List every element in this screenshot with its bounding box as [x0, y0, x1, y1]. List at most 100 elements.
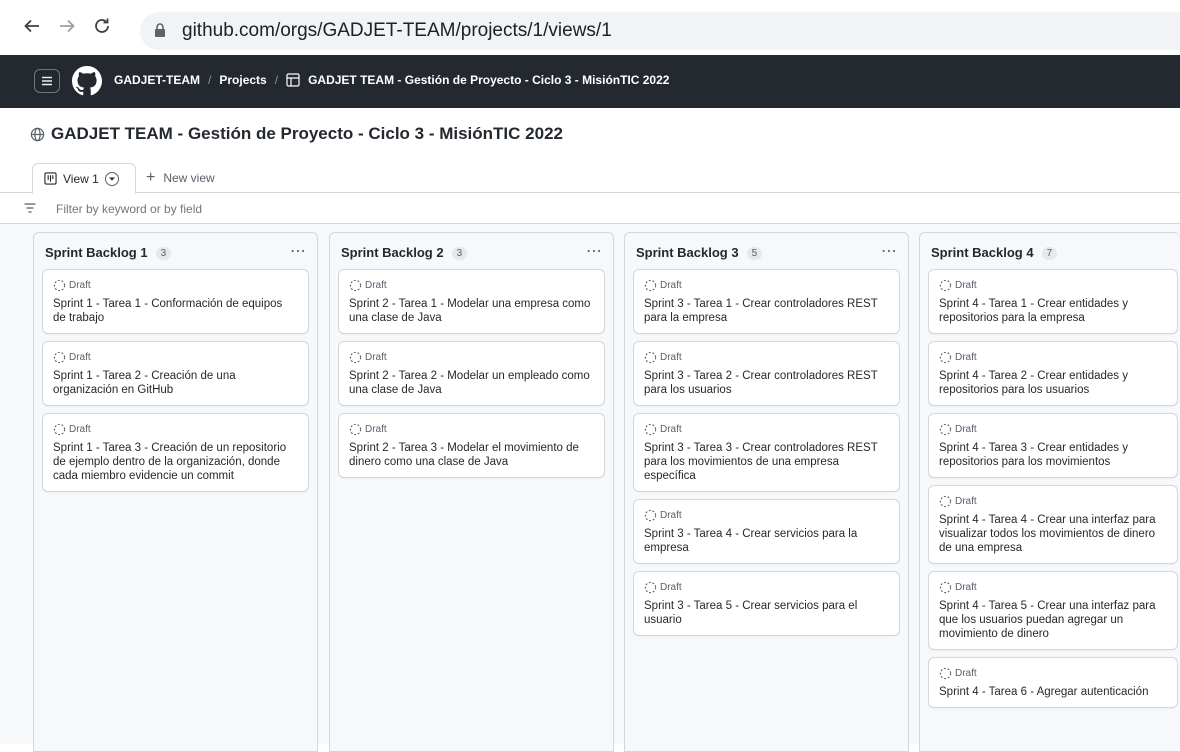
tab-view-1[interactable]: View 1: [32, 163, 136, 194]
column-count-badge: 7: [1041, 247, 1058, 260]
globe-icon: [30, 127, 45, 142]
card-title[interactable]: Sprint 3 - Tarea 3 - Crear controladores…: [644, 441, 889, 483]
draft-icon: [644, 509, 657, 522]
card-status-label: Draft: [660, 582, 682, 593]
draft-icon: [644, 279, 657, 292]
card-status: Draft: [644, 423, 889, 436]
card-list: Draft Sprint 4 - Tarea 1 - Crear entidad…: [928, 269, 1178, 715]
card-title[interactable]: Sprint 1 - Tarea 2 - Creación de una org…: [53, 369, 298, 397]
card-title[interactable]: Sprint 2 - Tarea 3 - Modelar el movimien…: [349, 441, 594, 469]
card-title[interactable]: Sprint 4 - Tarea 6 - Agregar autenticaci…: [939, 685, 1167, 699]
card-status: Draft: [939, 667, 1167, 680]
card[interactable]: Draft Sprint 1 - Tarea 3 - Creación de u…: [42, 413, 309, 492]
lock-icon: [155, 23, 165, 37]
draft-icon: [644, 581, 657, 594]
card[interactable]: Draft Sprint 2 - Tarea 3 - Modelar el mo…: [338, 413, 605, 478]
card[interactable]: Draft Sprint 3 - Tarea 3 - Crear control…: [633, 413, 900, 492]
card[interactable]: Draft Sprint 4 - Tarea 4 - Crear una int…: [928, 485, 1178, 564]
column-count-badge: 3: [155, 247, 172, 260]
draft-icon: [939, 581, 952, 594]
card[interactable]: Draft Sprint 1 - Tarea 1 - Conformación …: [42, 269, 309, 334]
column-title: Sprint Backlog 2 3: [341, 245, 468, 260]
card-title[interactable]: Sprint 4 - Tarea 4 - Crear una interfaz …: [939, 513, 1167, 555]
reload-button[interactable]: [90, 14, 114, 38]
back-button[interactable]: [20, 14, 44, 38]
board: Sprint Backlog 1 3 ⋯ Draft Sprint 1 - Tar…: [0, 224, 1180, 752]
new-view-button[interactable]: + New view: [146, 170, 215, 186]
card-title[interactable]: Sprint 4 - Tarea 3 - Crear entidades y r…: [939, 441, 1167, 469]
column-title: Sprint Backlog 1 3: [45, 245, 172, 260]
view-options-button[interactable]: [104, 171, 119, 186]
draft-icon: [53, 423, 66, 436]
column-title: Sprint Backlog 3 5: [636, 245, 763, 260]
draft-icon: [939, 495, 952, 508]
card-title[interactable]: Sprint 2 - Tarea 2 - Modelar un empleado…: [349, 369, 594, 397]
card-status-label: Draft: [660, 424, 682, 435]
card-status: Draft: [939, 351, 1167, 364]
column-menu-button[interactable]: ⋯: [586, 241, 603, 261]
card-title[interactable]: Sprint 3 - Tarea 5 - Crear servicios par…: [644, 599, 889, 627]
card-title[interactable]: Sprint 4 - Tarea 1 - Crear entidades y r…: [939, 297, 1167, 325]
draft-icon: [939, 667, 952, 680]
card-status: Draft: [939, 581, 1167, 594]
github-header: GADJET-TEAM / Projects / GADJET TEAM - G…: [0, 55, 1180, 108]
card-status-label: Draft: [660, 280, 682, 291]
column-menu-button[interactable]: ⋯: [290, 241, 307, 261]
address-bar[interactable]: github.com/orgs/GADJET-TEAM/projects/1/v…: [140, 12, 1180, 50]
card[interactable]: Draft Sprint 3 - Tarea 1 - Crear control…: [633, 269, 900, 334]
column-sprint-backlog-3: Sprint Backlog 3 5 ⋯ Draft Sprint 3 - Tar…: [624, 232, 909, 752]
breadcrumb-org[interactable]: GADJET-TEAM: [114, 73, 200, 87]
card[interactable]: Draft Sprint 4 - Tarea 2 - Crear entidad…: [928, 341, 1178, 406]
draft-icon: [644, 351, 657, 364]
breadcrumb-project[interactable]: GADJET TEAM - Gestión de Proyecto - Cicl…: [308, 73, 669, 87]
view-tabs: View 1 + New view: [0, 160, 1180, 194]
draft-icon: [53, 279, 66, 292]
card-list: Draft Sprint 2 - Tarea 1 - Modelar una e…: [338, 269, 605, 485]
card-status: Draft: [349, 351, 594, 364]
card[interactable]: Draft Sprint 4 - Tarea 1 - Crear entidad…: [928, 269, 1178, 334]
card-status: Draft: [644, 509, 889, 522]
draft-icon: [349, 351, 362, 364]
card-status-label: Draft: [365, 352, 387, 363]
menu-button[interactable]: [34, 69, 60, 93]
card[interactable]: Draft Sprint 1 - Tarea 2 - Creación de u…: [42, 341, 309, 406]
column-menu-button[interactable]: ⋯: [881, 241, 898, 261]
card-title[interactable]: Sprint 3 - Tarea 4 - Crear servicios par…: [644, 527, 889, 555]
filter-input[interactable]: [56, 202, 456, 216]
arrow-left-icon: [24, 19, 39, 33]
card-title[interactable]: Sprint 4 - Tarea 5 - Crear una interfaz …: [939, 599, 1167, 641]
forward-button[interactable]: [55, 14, 79, 38]
column-sprint-backlog-1: Sprint Backlog 1 3 ⋯ Draft Sprint 1 - Tar…: [33, 232, 318, 752]
card-title[interactable]: Sprint 3 - Tarea 2 - Crear controladores…: [644, 369, 889, 397]
card[interactable]: Draft Sprint 3 - Tarea 4 - Crear servici…: [633, 499, 900, 564]
column-title-text: Sprint Backlog 3: [636, 245, 739, 260]
board-icon: [44, 172, 57, 185]
draft-icon: [939, 423, 952, 436]
column-count-badge: 3: [451, 247, 468, 260]
breadcrumb-projects[interactable]: Projects: [219, 73, 266, 87]
card[interactable]: Draft Sprint 3 - Tarea 5 - Crear servici…: [633, 571, 900, 636]
card-title[interactable]: Sprint 4 - Tarea 2 - Crear entidades y r…: [939, 369, 1167, 397]
column-count-badge: 5: [746, 247, 763, 260]
url-text: github.com/orgs/GADJET-TEAM/projects/1/v…: [182, 20, 612, 41]
reload-icon: [95, 18, 109, 33]
breadcrumb: GADJET-TEAM / Projects / GADJET TEAM - G…: [114, 73, 669, 87]
card[interactable]: Draft Sprint 4 - Tarea 3 - Crear entidad…: [928, 413, 1178, 478]
card-status: Draft: [53, 351, 298, 364]
card-status-label: Draft: [955, 424, 977, 435]
card[interactable]: Draft Sprint 4 - Tarea 5 - Crear una int…: [928, 571, 1178, 650]
card[interactable]: Draft Sprint 2 - Tarea 2 - Modelar un em…: [338, 341, 605, 406]
column-sprint-backlog-2: Sprint Backlog 2 3 ⋯ Draft Sprint 2 - Tar…: [329, 232, 614, 752]
draft-icon: [53, 351, 66, 364]
card[interactable]: Draft Sprint 4 - Tarea 6 - Agregar auten…: [928, 657, 1178, 708]
card-status-label: Draft: [955, 582, 977, 593]
card-title[interactable]: Sprint 2 - Tarea 1 - Modelar una empresa…: [349, 297, 594, 325]
browser-toolbar: github.com/orgs/GADJET-TEAM/projects/1/v…: [0, 0, 1180, 55]
card-status-label: Draft: [660, 510, 682, 521]
card-title[interactable]: Sprint 1 - Tarea 1 - Conformación de equ…: [53, 297, 298, 325]
github-logo-icon[interactable]: [72, 66, 102, 96]
card-title[interactable]: Sprint 3 - Tarea 1 - Crear controladores…: [644, 297, 889, 325]
card[interactable]: Draft Sprint 2 - Tarea 1 - Modelar una e…: [338, 269, 605, 334]
card-title[interactable]: Sprint 1 - Tarea 3 - Creación de un repo…: [53, 441, 298, 483]
card[interactable]: Draft Sprint 3 - Tarea 2 - Crear control…: [633, 341, 900, 406]
